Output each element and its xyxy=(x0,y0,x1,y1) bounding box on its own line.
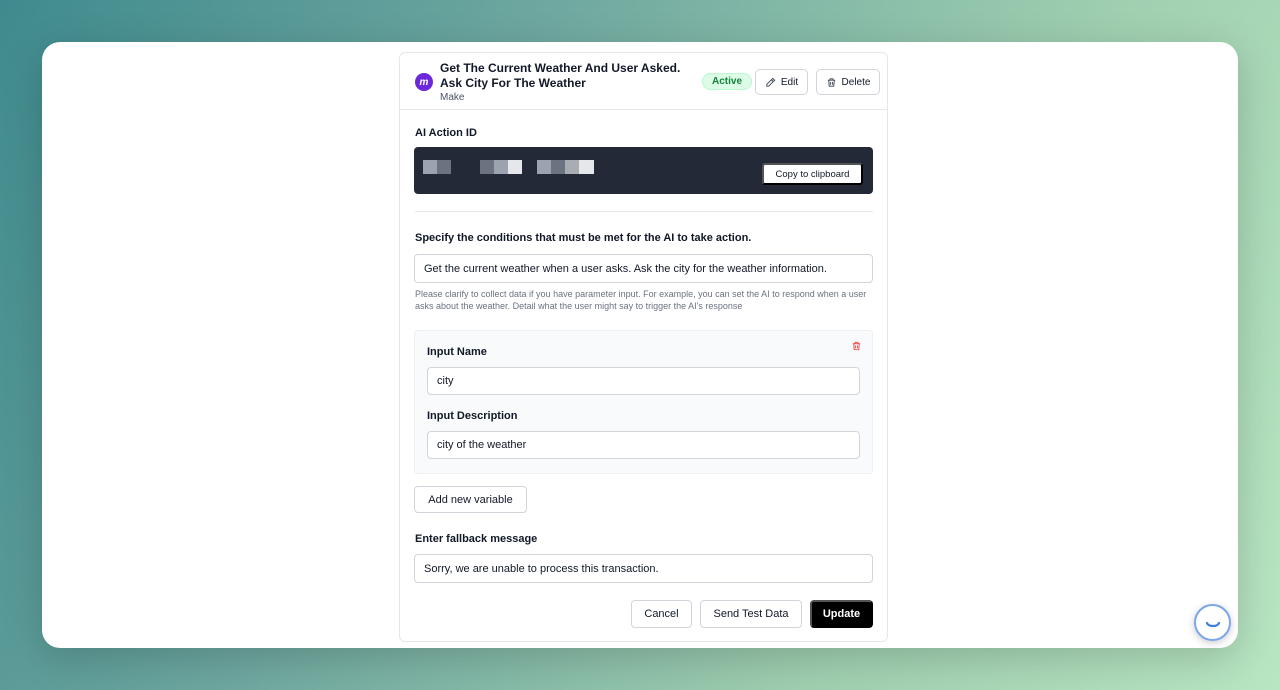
trash-icon xyxy=(827,77,835,87)
conditions-help-text: Please clarify to collect data if you ha… xyxy=(415,289,867,311)
input-description-label: Input Description xyxy=(427,410,518,422)
platform-name: Make xyxy=(440,92,465,103)
add-new-variable-button[interactable]: Add new variable xyxy=(414,486,527,513)
fallback-input[interactable]: Sorry, we are unable to process this tra… xyxy=(414,554,873,583)
input-name-field[interactable]: city xyxy=(427,367,860,395)
edit-label: Edit xyxy=(780,76,799,88)
delete-label: Delete xyxy=(841,76,871,88)
app-window: m Get The Current Weather And User Asked… xyxy=(42,42,1238,648)
copy-to-clipboard-button[interactable]: Copy to clipboard xyxy=(762,163,863,185)
variable-block: Input Name city Input Description city o… xyxy=(414,330,873,474)
smile-icon xyxy=(1205,621,1220,627)
action-title: Get The Current Weather And User Asked. … xyxy=(440,61,681,90)
fallback-label: Enter fallback message xyxy=(415,533,538,545)
conditions-label: Specify the conditions that must be met … xyxy=(415,232,752,244)
section-divider xyxy=(415,211,873,212)
status-badge: Active xyxy=(702,73,753,90)
conditions-input[interactable]: Get the current weather when a user asks… xyxy=(414,254,873,283)
pencil-icon xyxy=(766,77,776,87)
input-description-field[interactable]: city of the weather xyxy=(427,431,860,459)
input-name-label: Input Name xyxy=(427,346,487,358)
edit-button[interactable]: Edit xyxy=(755,69,808,95)
send-test-data-button[interactable]: Send Test Data xyxy=(700,600,802,628)
make-logo-icon: m xyxy=(415,73,433,91)
ai-action-id-box: Copy to clipboard xyxy=(414,147,873,194)
remove-variable-icon[interactable] xyxy=(851,340,862,352)
ai-action-id-label: AI Action ID xyxy=(415,127,477,139)
ai-action-card: m Get The Current Weather And User Asked… xyxy=(399,52,888,642)
update-button[interactable]: Update xyxy=(810,600,873,628)
cancel-button[interactable]: Cancel xyxy=(631,600,692,628)
delete-button[interactable]: Delete xyxy=(816,69,880,95)
chat-widget-button[interactable] xyxy=(1194,604,1231,641)
card-header: m Get The Current Weather And User Asked… xyxy=(400,53,887,110)
